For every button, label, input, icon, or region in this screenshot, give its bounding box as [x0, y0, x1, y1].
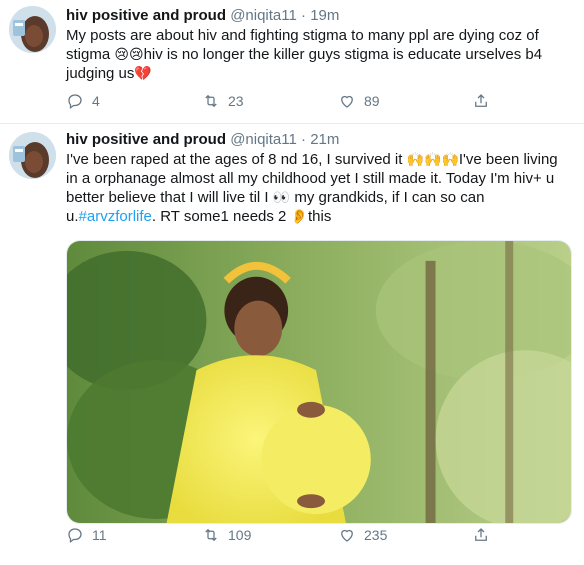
ear-emoji: 👂	[290, 208, 309, 224]
heart-icon	[341, 95, 353, 108]
reply-icon	[68, 528, 82, 544]
separator-dot: ·	[301, 7, 307, 24]
share-button[interactable]	[472, 92, 490, 110]
retweet-button[interactable]: 23	[202, 92, 244, 110]
text-segment: I've been raped at the ages of 8 nd 16, …	[66, 151, 407, 168]
display-name[interactable]: hiv positive and proud	[66, 131, 226, 148]
separator-dot: ·	[301, 131, 307, 148]
tweet-text: I've been raped at the ages of 8 nd 16, …	[66, 150, 572, 226]
reply-count: 11	[92, 527, 107, 543]
retweet-count: 23	[228, 93, 244, 109]
share-icon	[475, 94, 487, 107]
avatar[interactable]	[9, 6, 56, 53]
reply-button[interactable]: 4	[66, 92, 100, 110]
handle[interactable]: @niqita11	[230, 131, 297, 148]
avatar[interactable]	[9, 132, 56, 179]
heart-icon	[341, 529, 353, 542]
broken-heart-emoji: 💔	[134, 65, 152, 81]
like-count: 89	[364, 93, 380, 109]
hashtag-link[interactable]: #arvzforlife	[79, 208, 152, 225]
raised-hands-emoji: 🙌🙌🙌	[406, 151, 459, 167]
reply-icon	[68, 94, 82, 110]
tweet-text: My posts are about hiv and fighting stig…	[66, 26, 572, 83]
reply-button[interactable]: 11	[66, 526, 107, 544]
crying-emoji: 😢😢	[114, 46, 144, 62]
retweet-icon	[205, 528, 217, 542]
tweet[interactable]: hiv positive and proud @niqita11 · 19m M…	[0, 0, 584, 124]
text-segment: this	[308, 208, 332, 225]
text-segment: . RT some1 needs 2	[151, 208, 291, 225]
retweet-icon	[205, 94, 217, 108]
timestamp[interactable]: 19m	[310, 7, 339, 24]
tweet-actions: 11 109 235	[66, 526, 572, 546]
tweet[interactable]: hiv positive and proud @niqita11 · 21m I…	[0, 124, 584, 565]
share-button[interactable]	[472, 526, 490, 544]
timestamp[interactable]: 21m	[310, 131, 339, 148]
share-icon	[475, 528, 487, 541]
reply-count: 4	[92, 93, 100, 109]
handle[interactable]: @niqita11	[230, 7, 297, 24]
eyes-emoji: 👀	[272, 189, 291, 205]
display-name[interactable]: hiv positive and proud	[66, 7, 226, 24]
like-button[interactable]: 89	[338, 92, 380, 110]
like-button[interactable]: 235	[338, 526, 387, 544]
tweet-photo[interactable]	[66, 240, 572, 524]
retweet-count: 109	[228, 527, 252, 543]
tweet-actions: 4 23 89	[66, 92, 572, 112]
tweet-header: hiv positive and proud @niqita11 · 21m	[66, 130, 572, 149]
like-count: 235	[364, 527, 388, 543]
tweet-header: hiv positive and proud @niqita11 · 19m	[66, 6, 572, 25]
retweet-button[interactable]: 109	[202, 526, 251, 544]
